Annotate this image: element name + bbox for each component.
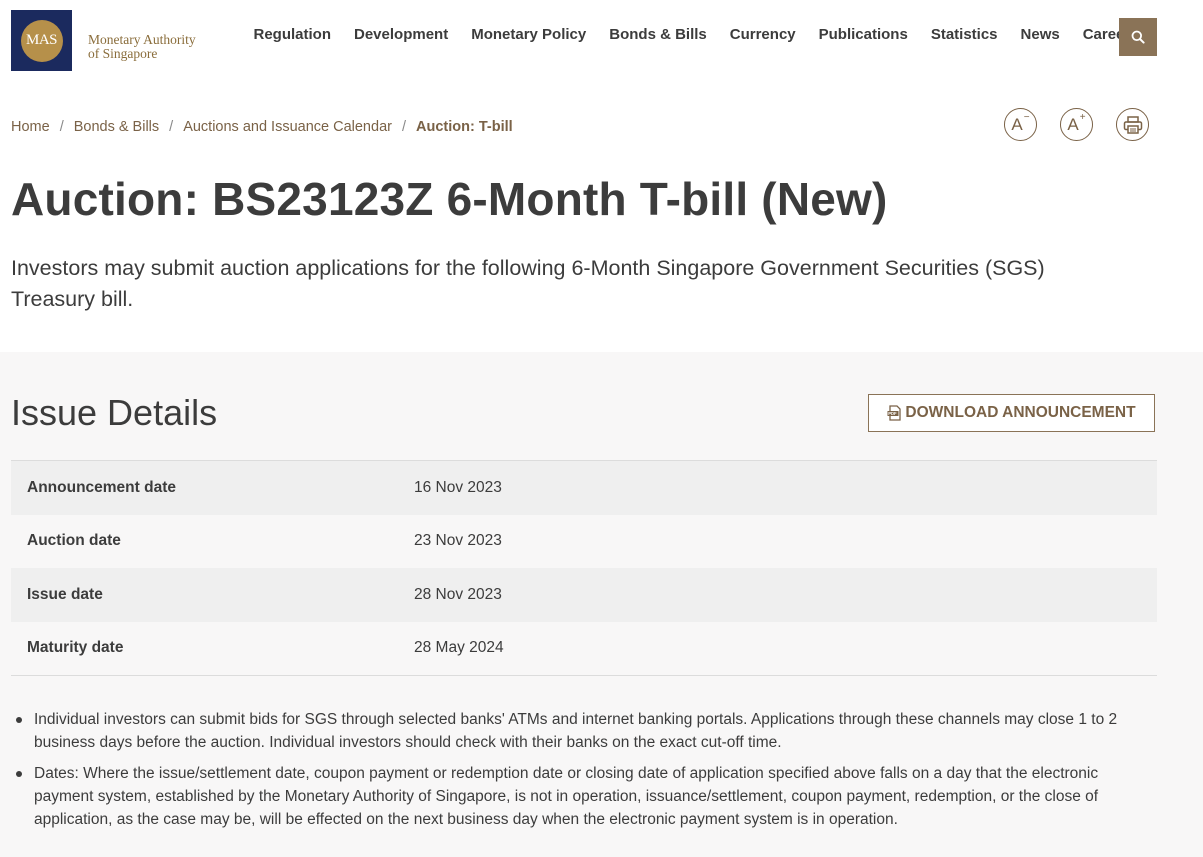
nav-currency[interactable]: Currency: [730, 26, 796, 43]
detail-label: Maturity date: [27, 639, 124, 657]
breadcrumb: Home / Bonds & Bills / Auctions and Issu…: [11, 119, 513, 135]
detail-row-issue: Issue date 28 Nov 2023: [11, 568, 1157, 622]
nav-regulation[interactable]: Regulation: [254, 26, 332, 43]
logo-wordmark: Monetary Authority of Singapore: [88, 31, 196, 61]
notes-list: Individual investors can submit bids for…: [16, 708, 1159, 839]
breadcrumb-home[interactable]: Home: [11, 119, 50, 135]
main-nav: Regulation Development Monetary Policy B…: [242, 26, 1150, 43]
detail-value: 23 Nov 2023: [414, 532, 502, 550]
issue-details-heading: Issue Details: [11, 392, 218, 433]
logo-name-line1: Monetary Authority: [88, 31, 196, 47]
breadcrumb-current: Auction: T-bill: [416, 119, 513, 135]
nav-bonds-bills[interactable]: Bonds & Bills: [609, 26, 707, 43]
increase-font-button[interactable]: A+: [1060, 108, 1093, 141]
detail-row-maturity: Maturity date 28 May 2024: [11, 621, 1157, 675]
site-header: MAS Monetary Authority of Singapore Regu…: [0, 0, 1203, 86]
page-tools: A− A+: [1004, 108, 1172, 141]
logo-name-line2: of Singapore: [88, 45, 158, 61]
print-button[interactable]: [1116, 108, 1149, 141]
detail-value: 16 Nov 2023: [414, 478, 502, 496]
detail-value: 28 May 2024: [414, 639, 504, 657]
pdf-icon: PDF: [887, 405, 902, 421]
nav-development[interactable]: Development: [354, 26, 448, 43]
logo-emblem: MAS: [11, 10, 72, 71]
note-item: Individual investors can submit bids for…: [16, 708, 1159, 754]
download-announcement-button[interactable]: PDF DOWNLOAD ANNOUNCEMENT: [868, 394, 1155, 432]
detail-label: Announcement date: [27, 478, 176, 496]
download-label: DOWNLOAD ANNOUNCEMENT: [905, 404, 1136, 421]
note-item: Dates: Where the issue/settlement date, …: [16, 762, 1159, 831]
detail-row-auction: Auction date 23 Nov 2023: [11, 514, 1157, 568]
mas-logo[interactable]: MAS Monetary Authority of Singapore: [11, 10, 196, 71]
printer-icon: [1123, 115, 1142, 134]
nav-monetary-policy[interactable]: Monetary Policy: [471, 26, 586, 43]
issue-details-table: Announcement date 16 Nov 2023 Auction da…: [11, 460, 1157, 676]
svg-text:PDF: PDF: [889, 411, 898, 416]
nav-statistics[interactable]: Statistics: [931, 26, 998, 43]
page-title: Auction: BS23123Z 6-Month T-bill (New): [11, 173, 888, 225]
search-icon: [1131, 30, 1145, 44]
breadcrumb-auctions-calendar[interactable]: Auctions and Issuance Calendar: [183, 119, 392, 135]
breadcrumb-separator: /: [169, 119, 174, 135]
search-button[interactable]: [1119, 18, 1157, 56]
page-intro: Investors may submit auction application…: [11, 256, 1045, 311]
breadcrumb-bonds-bills[interactable]: Bonds & Bills: [74, 119, 159, 135]
issue-details-section: Issue Details PDF DOWNLOAD ANNOUNCEMENT …: [0, 352, 1203, 857]
detail-value: 28 Nov 2023: [414, 585, 502, 603]
breadcrumb-separator: /: [59, 119, 64, 135]
detail-label: Issue date: [27, 585, 103, 603]
detail-row-announcement: Announcement date 16 Nov 2023: [11, 461, 1157, 515]
font-decrease-icon: A−: [1011, 111, 1030, 134]
nav-news[interactable]: News: [1021, 26, 1060, 43]
breadcrumb-separator: /: [401, 119, 406, 135]
logo-mark: MAS: [20, 19, 63, 62]
decrease-font-button[interactable]: A−: [1004, 108, 1037, 141]
nav-publications[interactable]: Publications: [819, 26, 908, 43]
font-increase-icon: A+: [1067, 111, 1086, 134]
detail-label: Auction date: [27, 532, 121, 550]
